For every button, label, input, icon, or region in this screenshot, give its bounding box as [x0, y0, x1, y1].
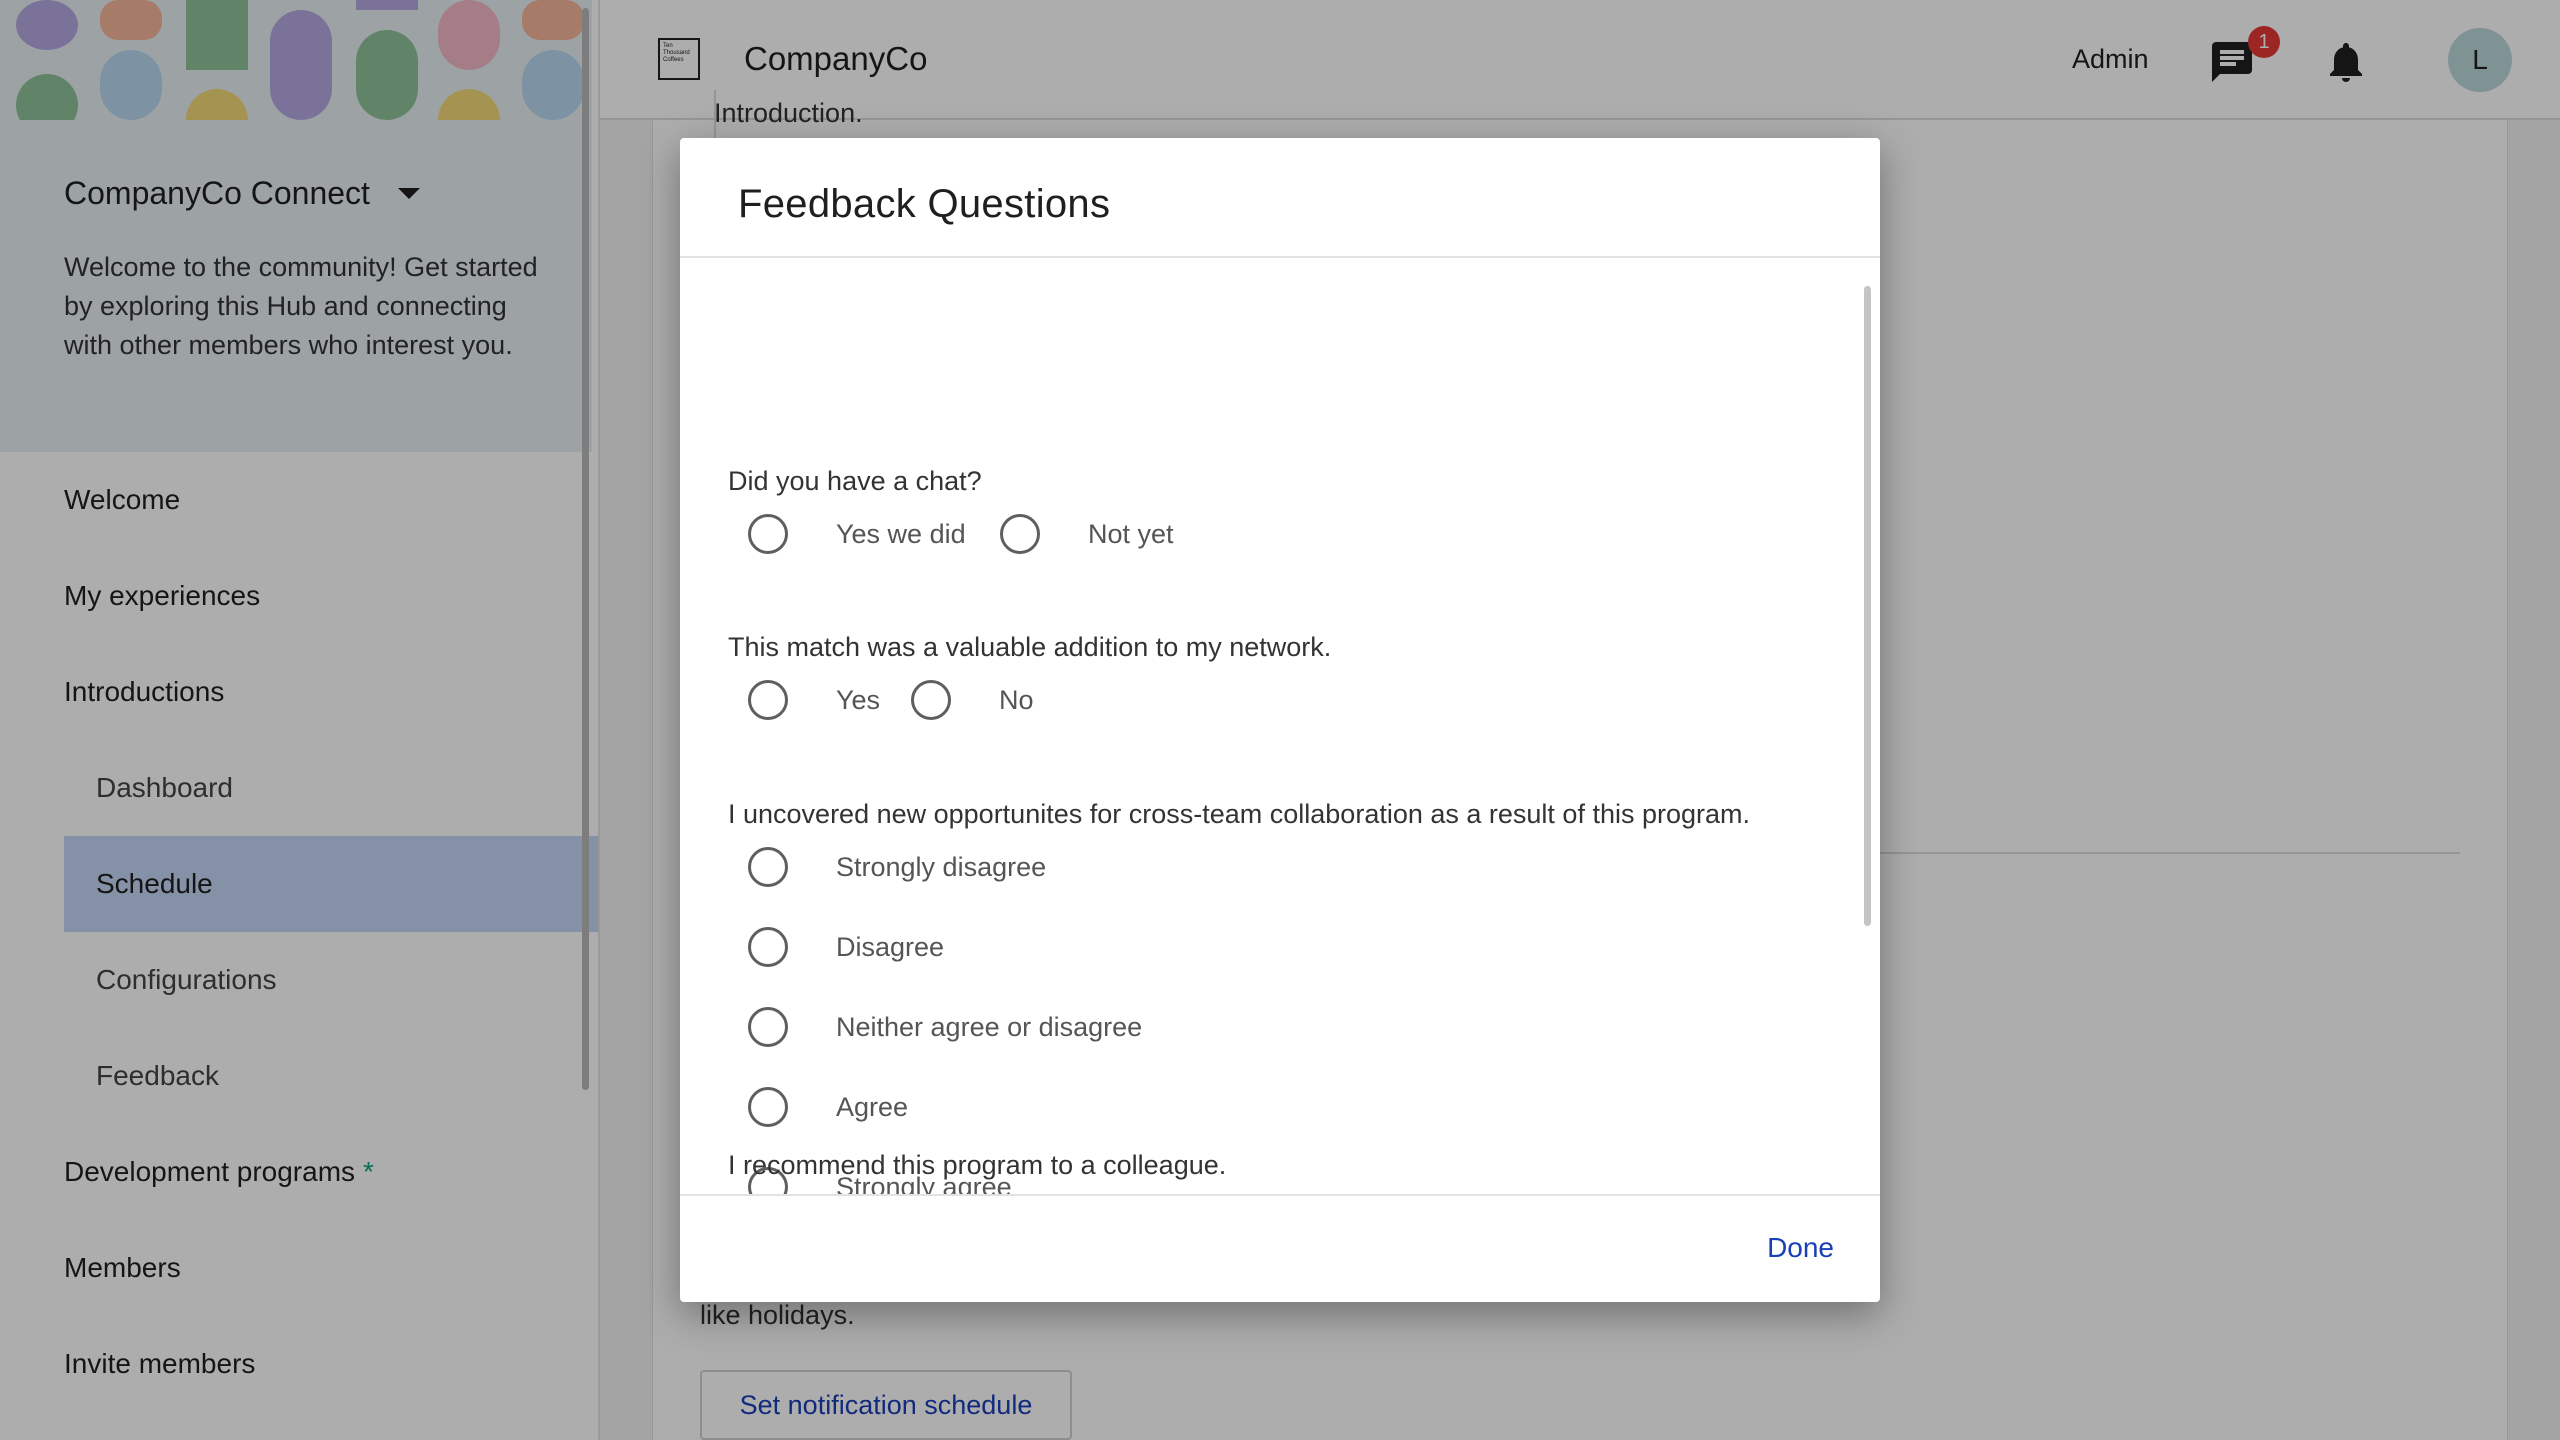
radio-option[interactable]: No: [911, 680, 1034, 720]
radio-label: Yes: [836, 684, 881, 715]
radio-button[interactable]: [748, 1087, 788, 1127]
radio-button[interactable]: [1000, 514, 1040, 554]
radio-button[interactable]: [748, 927, 788, 967]
dialog-scrollbar[interactable]: [1864, 286, 1871, 926]
feedback-questions-dialog: Feedback Questions Did you have a chat? …: [680, 138, 1880, 1302]
radio-option[interactable]: Yes we did: [748, 514, 966, 554]
done-button[interactable]: Done: [1767, 1232, 1834, 1264]
radio-button[interactable]: [748, 680, 788, 720]
radio-option[interactable]: Neither agree or disagree: [748, 1007, 1142, 1047]
question-label: This match was a valuable addition to my…: [728, 632, 1332, 662]
question-label: I uncovered new opportunites for cross-t…: [728, 799, 1751, 829]
question-label: Did you have a chat?: [728, 466, 982, 496]
dialog-title: Feedback Questions: [738, 182, 1111, 226]
question-label: I recommend this program to a colleague.: [728, 1150, 1227, 1180]
radio-label: Agree: [836, 1091, 909, 1122]
radio-button[interactable]: [748, 847, 788, 887]
radio-option[interactable]: Not yet: [1000, 514, 1174, 554]
radio-label: Neither agree or disagree: [836, 1011, 1143, 1042]
radio-label: No: [999, 684, 1034, 715]
radio-button[interactable]: [911, 680, 951, 720]
dialog-body: Did you have a chat? Yes we did Not yet …: [680, 258, 1880, 1194]
dialog-header: Feedback Questions: [680, 138, 1880, 258]
radio-label: Disagree: [836, 931, 945, 962]
radio-option[interactable]: Agree: [748, 1087, 908, 1127]
dialog-footer: Done: [680, 1194, 1880, 1302]
radio-option[interactable]: Strongly disagree: [748, 847, 1046, 887]
radio-label: Yes we did: [836, 518, 966, 549]
radio-button[interactable]: [748, 514, 788, 554]
radio-option[interactable]: Yes: [748, 680, 880, 720]
radio-option[interactable]: Disagree: [748, 927, 944, 967]
radio-button[interactable]: [748, 1007, 788, 1047]
radio-label: Strongly disagree: [836, 851, 1047, 882]
radio-label: Not yet: [1088, 518, 1174, 549]
